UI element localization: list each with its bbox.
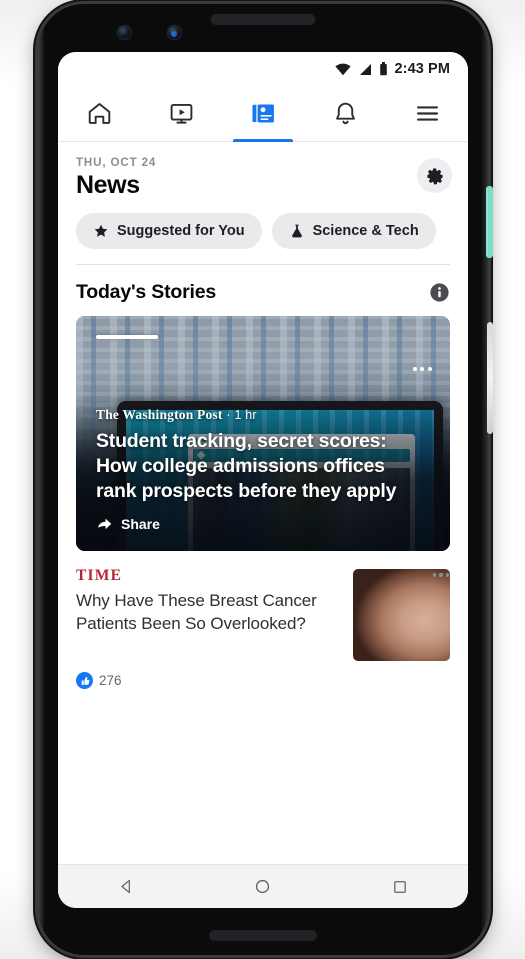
- hero-source-separator: ·: [226, 407, 231, 422]
- android-back-button[interactable]: [98, 865, 154, 909]
- story-source-name: TIME: [76, 567, 123, 584]
- tab-watch[interactable]: [140, 86, 222, 141]
- story-headline: Why Have These Breast Cancer Patients Be…: [76, 591, 317, 633]
- chip-label: Science & Tech: [312, 223, 419, 239]
- recents-square-icon: [393, 880, 406, 893]
- gear-icon: [426, 167, 443, 184]
- topic-chip-row[interactable]: Suggested for You Science & Tech: [58, 200, 468, 264]
- android-navigation-bar: [58, 864, 468, 908]
- back-triangle-icon: [121, 879, 130, 894]
- hero-story-content: The Washington Post · 1 hr Student track…: [96, 407, 430, 537]
- phone-screen: 2:43 PM THU, OCT 24 News Suggested for Y…: [58, 52, 468, 908]
- tab-notifications[interactable]: [304, 86, 386, 141]
- battery-icon: [379, 62, 387, 76]
- hamburger-menu-icon: [416, 106, 438, 121]
- section-title: Today's Stories: [76, 281, 216, 303]
- wifi-icon: [334, 63, 351, 75]
- screenshot-stage: 2:43 PM THU, OCT 24 News Suggested for Y…: [0, 0, 525, 959]
- info-button[interactable]: [429, 282, 450, 303]
- hero-progress-indicator: [96, 335, 158, 339]
- bottom-speaker: [209, 930, 317, 941]
- thumbs-up-icon: [76, 672, 93, 689]
- news-date-label: THU, OCT 24: [76, 157, 157, 169]
- android-home-button[interactable]: [235, 865, 291, 909]
- home-icon: [88, 103, 110, 124]
- status-bar: 2:43 PM: [58, 52, 468, 86]
- page-title: News: [76, 171, 140, 199]
- settings-button[interactable]: [417, 158, 452, 193]
- hero-share-button[interactable]: Share: [96, 515, 160, 532]
- hero-story-headline: Student tracking, secret scores: How col…: [96, 430, 397, 502]
- share-arrow-icon: [97, 518, 112, 530]
- hero-story-card[interactable]: The Washington Post · 1 hr Student track…: [76, 316, 450, 551]
- front-camera-primary: [118, 26, 131, 39]
- news-feed-icon: [251, 103, 275, 124]
- cellular-signal-icon: [359, 63, 371, 75]
- news-feed-scroll-area[interactable]: THU, OCT 24 News Suggested for You Scien…: [58, 142, 468, 864]
- chip-label: Suggested for You: [117, 223, 245, 239]
- tab-news[interactable]: [222, 86, 304, 142]
- chip-science-and-tech[interactable]: Science & Tech: [271, 213, 436, 249]
- chip-suggested-for-you[interactable]: Suggested for You: [76, 213, 262, 249]
- story-reaction-count: 276: [99, 673, 122, 688]
- hero-source-name: The Washington Post: [96, 407, 223, 422]
- android-recents-button[interactable]: [372, 865, 428, 909]
- hero-story-age: 1 hr: [234, 408, 257, 422]
- volume-rocker-button[interactable]: [487, 322, 493, 434]
- home-circle-icon: [256, 879, 270, 894]
- phone-device: 2:43 PM THU, OCT 24 News Suggested for Y…: [38, 4, 493, 955]
- status-bar-clock: 2:43 PM: [394, 61, 450, 77]
- story-text-block: TIME Why Have These Breast Cancer Patien…: [76, 567, 339, 661]
- story-list-item[interactable]: TIME Why Have These Breast Cancer Patien…: [58, 551, 468, 661]
- flask-icon: [291, 224, 302, 238]
- hero-more-options-button[interactable]: [407, 358, 437, 380]
- earpiece-speaker: [210, 14, 316, 25]
- star-icon: [94, 224, 108, 237]
- bell-icon: [335, 102, 355, 125]
- video-play-icon: [170, 103, 192, 124]
- app-tab-bar: [58, 86, 468, 142]
- tab-menu[interactable]: [386, 86, 468, 141]
- info-icon: [430, 283, 449, 302]
- front-camera-secondary: [168, 26, 181, 39]
- story-reaction-bar[interactable]: 276: [58, 661, 468, 703]
- story-more-options-button[interactable]: [428, 565, 454, 585]
- hero-source-line: The Washington Post · 1 hr: [96, 407, 430, 423]
- news-header: THU, OCT 24 News: [58, 142, 468, 200]
- todays-stories-header: Today's Stories: [58, 265, 468, 316]
- hero-share-label: Share: [121, 515, 160, 532]
- tab-home[interactable]: [58, 86, 140, 141]
- power-button[interactable]: [486, 186, 493, 258]
